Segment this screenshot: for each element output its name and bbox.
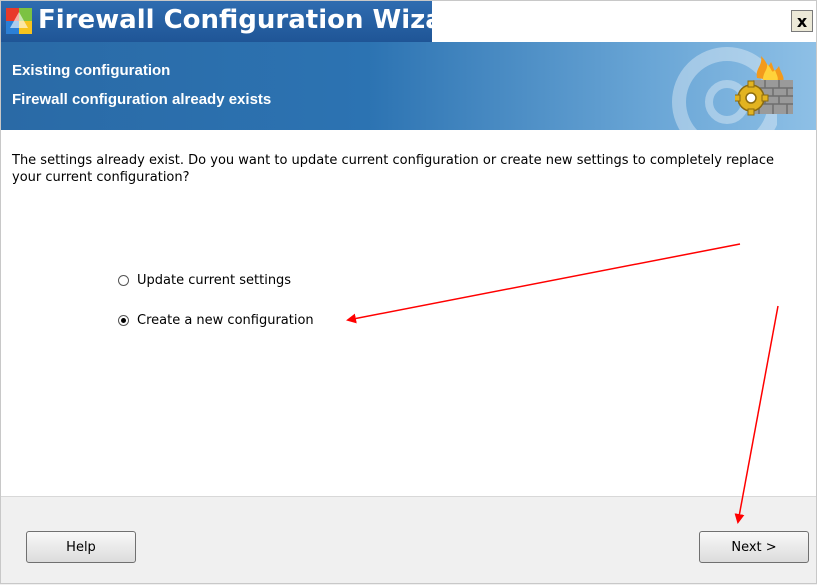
arrow-to-create-option [346,243,741,324]
firewall-gear-icon [735,56,793,116]
avg-logo-icon [6,8,32,34]
option-label: Update current settings [137,273,292,288]
radio-button-checked[interactable] [118,315,129,326]
option-update-current-settings[interactable]: Update current settings [118,273,291,288]
wizard-header: Existing configuration Firewall configur… [0,42,817,130]
close-icon: x [796,11,808,31]
next-button[interactable]: Next > [699,531,809,563]
wizard-message: The settings already exist. Do you want … [12,153,775,185]
title-bar: Firewall Configuration Wizard x [0,0,817,42]
help-button[interactable]: Help [26,531,136,563]
header-subtitle: Firewall configuration already exists [12,91,272,108]
header-title: Existing configuration [12,62,171,79]
close-button[interactable]: x [791,10,813,32]
window-title: Firewall Configuration Wizard [38,5,475,35]
option-label: Create a new configuration [137,313,314,328]
radio-button-unchecked[interactable] [118,275,129,286]
wizard-footer: Help Next > [0,496,817,585]
firewall-wizard-window: Firewall Configuration Wizard x Existing… [0,0,817,585]
option-create-new-configuration[interactable]: Create a new configuration [118,313,314,328]
arrow-to-next-button [734,305,779,524]
